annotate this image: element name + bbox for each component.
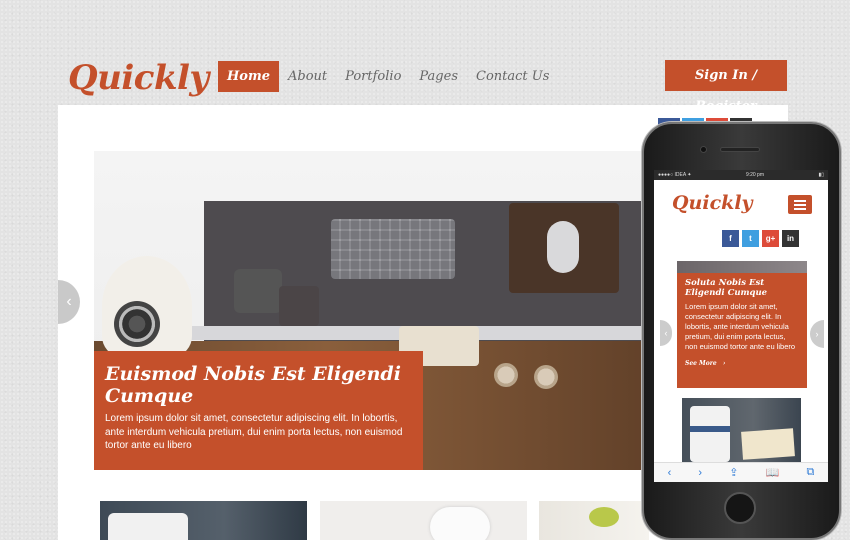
phone-camera — [700, 146, 707, 153]
phone-status-bar: ●●●●○ IDEA ✦ 9:20 pm ▮▯ — [654, 170, 828, 180]
main-nav: Home About Portfolio Pages Contact Us — [218, 61, 558, 92]
mobile-slider-next-button[interactable]: › — [810, 320, 824, 348]
thumbnail-leaf — [589, 507, 619, 527]
hero-image-mug — [234, 269, 282, 313]
forward-icon[interactable]: › — [698, 467, 702, 479]
status-carrier: ●●●●○ IDEA ✦ — [658, 172, 692, 178]
nav-item-portfolio[interactable]: Portfolio — [336, 61, 410, 92]
mobile-hero-text: Lorem ipsum dolor sit amet, consectetur … — [685, 302, 796, 351]
nav-item-home[interactable]: Home — [218, 61, 279, 92]
signin-register-button[interactable]: Sign In / Register — [665, 60, 787, 114]
hero-image-mouse — [547, 221, 579, 273]
browser-toolbar: ‹ › ⇪ 📖 ⧉ — [654, 462, 828, 482]
mobile-hero-image — [677, 261, 807, 273]
linkedin-icon[interactable]: in — [782, 230, 799, 247]
mobile-hero-title: Soluta Nobis Est Eligendi Cumque — [685, 278, 768, 298]
mobile-slider-prev-button[interactable]: ‹ — [660, 320, 672, 346]
status-time: 9:20 pm — [745, 172, 765, 178]
hero-image-cup — [279, 286, 319, 326]
thumbnail-image[interactable] — [539, 501, 649, 540]
hero-image-coin — [534, 365, 558, 389]
nav-item-pages[interactable]: Pages — [410, 61, 467, 92]
thumbnail-mug — [108, 513, 188, 540]
thumbnail-image[interactable] — [320, 501, 527, 540]
hero-image-keyboard — [331, 219, 455, 279]
mobile-see-more-link[interactable]: See More › — [685, 360, 725, 367]
phone-speaker — [720, 147, 760, 152]
chevron-right-icon: › — [161, 469, 166, 480]
chevron-right-icon: › — [722, 360, 726, 367]
twitter-icon[interactable]: t — [742, 230, 759, 247]
hero-caption: Euismod Nobis Est Eligendi Cumque Lorem … — [94, 351, 423, 480]
mobile-thumbnail-book — [741, 428, 795, 460]
facebook-icon[interactable]: f — [722, 230, 739, 247]
nav-item-about[interactable]: About — [279, 61, 336, 92]
see-more-label: See More — [105, 469, 153, 480]
mobile-hero-caption: Soluta Nobis Est Eligendi Cumque Lorem i… — [677, 261, 807, 388]
google-plus-icon[interactable]: g+ — [762, 230, 779, 247]
back-icon[interactable]: ‹ — [668, 467, 672, 479]
share-icon[interactable]: ⇪ — [729, 466, 738, 479]
bookmarks-icon[interactable]: 📖 — [766, 466, 780, 479]
phone-home-button — [724, 492, 756, 524]
phone-screen: ●●●●○ IDEA ✦ 9:20 pm ▮▯ Quickly f t g+ i… — [654, 170, 828, 482]
thumbnail-image[interactable] — [100, 501, 307, 540]
mobile-thumbnail-mug — [690, 406, 730, 462]
hero-image-speaker-cone — [114, 301, 160, 347]
site-logo[interactable]: Quickly — [68, 58, 209, 98]
mobile-thumbnail-mug-stripe — [690, 426, 730, 432]
see-more-link[interactable]: See More › — [105, 470, 166, 480]
tabs-icon[interactable]: ⧉ — [807, 466, 815, 479]
mobile-thumbnail-image[interactable] — [682, 398, 801, 462]
mobile-social-links: f t g+ in — [722, 230, 799, 247]
mobile-logo[interactable]: Quickly — [672, 192, 753, 214]
battery-icon: ▮▯ — [818, 172, 824, 178]
nav-item-contact[interactable]: Contact Us — [467, 61, 558, 92]
hamburger-menu-icon[interactable] — [788, 195, 812, 214]
hero-text: Lorem ipsum dolor sit amet, consectetur … — [105, 413, 403, 451]
thumbnail-mouse — [430, 507, 490, 540]
hero-title: Euismod Nobis Est Eligendi Cumque — [105, 363, 401, 407]
hero-image-coin — [494, 363, 518, 387]
mobile-see-more-label: See More — [685, 360, 717, 367]
